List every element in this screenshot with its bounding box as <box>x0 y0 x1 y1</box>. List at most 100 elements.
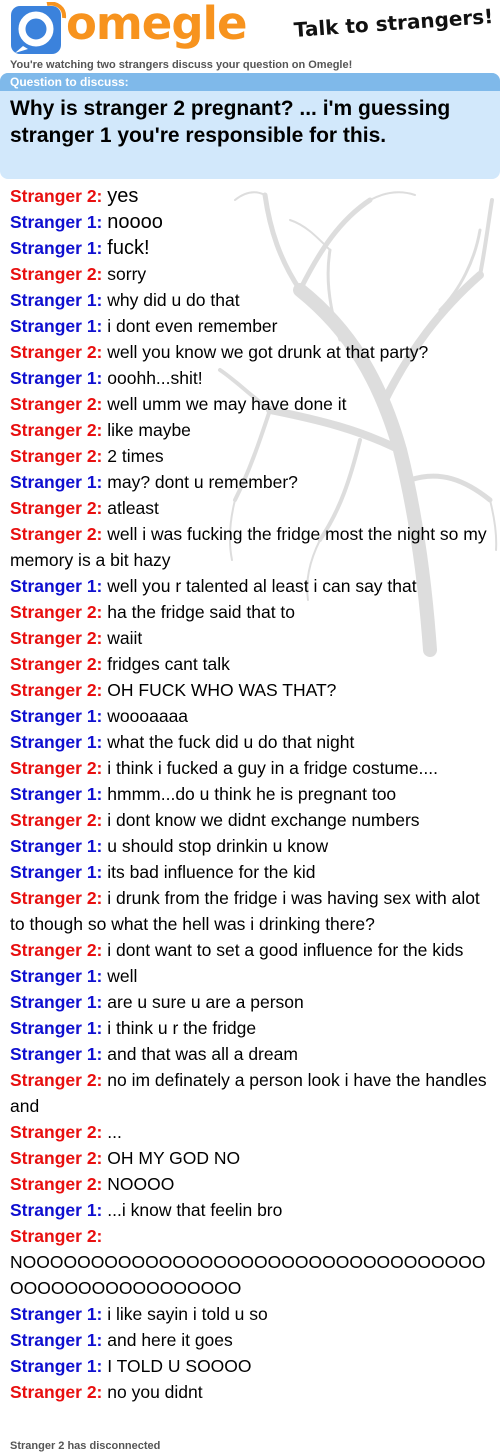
message-text: its bad influence for the kid <box>107 862 316 882</box>
chat-message: Stranger 1: ooohh...shit! <box>0 365 500 391</box>
message-text: i like sayin i told u so <box>107 1304 268 1324</box>
message-text: and here it goes <box>107 1330 233 1350</box>
chat-message: Stranger 2: no you didnt <box>0 1379 500 1405</box>
message-text: hmmm...do u think he is pregnant too <box>107 784 397 804</box>
stranger-2-label: Stranger 2: <box>10 186 103 206</box>
chat-message: Stranger 1: i dont even remember <box>0 313 500 339</box>
message-text: i think u r the fridge <box>107 1018 257 1038</box>
chat-message: Stranger 1: ...i know that feelin bro <box>0 1197 500 1223</box>
message-text: well you r talented al least i can say t… <box>107 576 417 596</box>
chat-message: Stranger 2: NOOOOOOOOOOOOOOOOOOOOOOOOOOOO… <box>0 1223 500 1301</box>
disconnect-status: Stranger 2 has disconnected <box>10 1440 161 1452</box>
message-text: woooaaaa <box>107 706 189 726</box>
message-text: and that was all a dream <box>107 1044 298 1064</box>
chat-message: Stranger 1: I TOLD U SOOOO <box>0 1353 500 1379</box>
stranger-2-label: Stranger 2: <box>10 1122 103 1142</box>
chat-message: Stranger 1: woooaaaa <box>0 703 500 729</box>
stranger-1-label: Stranger 1: <box>10 1330 103 1350</box>
chat-message: Stranger 1: well <box>0 963 500 989</box>
chat-message: Stranger 2: waiit <box>0 625 500 651</box>
tagline: Talk to strangers! <box>293 4 494 42</box>
message-text: sorry <box>107 264 147 284</box>
chat-message: Stranger 2: OH MY GOD NO <box>0 1145 500 1171</box>
stranger-1-label: Stranger 1: <box>10 238 103 258</box>
chat-message: Stranger 2: NOOOO <box>0 1171 500 1197</box>
stranger-1-label: Stranger 1: <box>10 992 103 1012</box>
message-text: NOOOOOOOOOOOOOOOOOOOOOOOOOOOOOOOOOOOOOOO… <box>10 1252 486 1298</box>
message-text: ... <box>107 1122 122 1142</box>
chat-message: Stranger 1: fuck! <box>0 235 500 261</box>
message-text: ha the fridge said that to <box>107 602 296 622</box>
chat-message: Stranger 2: well i was fucking the fridg… <box>0 521 500 573</box>
stranger-1-label: Stranger 1: <box>10 576 103 596</box>
message-text: 2 times <box>107 446 164 466</box>
chat-message: Stranger 2: atleast <box>0 495 500 521</box>
stranger-2-label: Stranger 2: <box>10 498 103 518</box>
message-text: i dont even remember <box>107 316 278 336</box>
chat-message: Stranger 2: ha the fridge said that to <box>0 599 500 625</box>
chat-message: Stranger 2: no im definately a person lo… <box>0 1067 500 1119</box>
message-text: fuck! <box>107 237 150 259</box>
stranger-2-label: Stranger 2: <box>10 810 103 830</box>
message-text: noooo <box>107 211 163 233</box>
chat-message: Stranger 2: sorry <box>0 261 500 287</box>
chat-message: Stranger 1: i think u r the fridge <box>0 1015 500 1041</box>
message-text: well <box>107 966 138 986</box>
message-text: ...i know that feelin bro <box>107 1200 283 1220</box>
stranger-2-label: Stranger 2: <box>10 888 103 908</box>
chat-message: Stranger 1: hmmm...do u think he is preg… <box>0 781 500 807</box>
stranger-2-label: Stranger 2: <box>10 1174 103 1194</box>
logo-text: omegle <box>66 0 247 50</box>
message-text: well umm we may have done it <box>107 394 347 414</box>
stranger-2-label: Stranger 2: <box>10 394 103 414</box>
chat-message: Stranger 1: its bad influence for the ki… <box>0 859 500 885</box>
message-text: fridges cant talk <box>107 654 230 674</box>
stranger-2-label: Stranger 2: <box>10 264 103 284</box>
stranger-1-label: Stranger 1: <box>10 1200 103 1220</box>
chat-message: Stranger 1: and that was all a dream <box>0 1041 500 1067</box>
message-text: are u sure u are a person <box>107 992 304 1012</box>
stranger-1-label: Stranger 1: <box>10 862 103 882</box>
stranger-1-label: Stranger 1: <box>10 212 103 232</box>
stranger-2-label: Stranger 2: <box>10 446 103 466</box>
chat-message: Stranger 1: why did u do that <box>0 287 500 313</box>
stranger-1-label: Stranger 1: <box>10 368 103 388</box>
message-text: no you didnt <box>107 1382 203 1402</box>
watching-notice: You're watching two strangers discuss yo… <box>10 59 353 71</box>
message-text: i think i fucked a guy in a fridge costu… <box>107 758 438 778</box>
message-text: NOOOO <box>107 1174 175 1194</box>
stranger-1-label: Stranger 1: <box>10 836 103 856</box>
message-text: I TOLD U SOOOO <box>107 1356 252 1376</box>
chat-message: Stranger 1: u should stop drinkin u know <box>0 833 500 859</box>
message-text: ooohh...shit! <box>107 368 203 388</box>
stranger-2-label: Stranger 2: <box>10 940 103 960</box>
stranger-1-label: Stranger 1: <box>10 1044 103 1064</box>
stranger-2-label: Stranger 2: <box>10 1148 103 1168</box>
stranger-1-label: Stranger 1: <box>10 732 103 752</box>
stranger-1-label: Stranger 1: <box>10 316 103 336</box>
stranger-1-label: Stranger 1: <box>10 784 103 804</box>
chat-message: Stranger 2: well you know we got drunk a… <box>0 339 500 365</box>
stranger-2-label: Stranger 2: <box>10 680 103 700</box>
chat-message: Stranger 2: i dont want to set a good in… <box>0 937 500 963</box>
stranger-2-label: Stranger 2: <box>10 1070 103 1090</box>
stranger-2-label: Stranger 2: <box>10 602 103 622</box>
message-text: well you know we got drunk at that party… <box>107 342 429 362</box>
stranger-1-label: Stranger 1: <box>10 1304 103 1324</box>
chat-message: Stranger 2: like maybe <box>0 417 500 443</box>
message-text: i dont want to set a good influence for … <box>107 940 464 960</box>
stranger-2-label: Stranger 2: <box>10 1382 103 1402</box>
stranger-1-label: Stranger 1: <box>10 1356 103 1376</box>
question-text: Why is stranger 2 pregnant? ... i'm gues… <box>10 97 451 147</box>
stranger-1-label: Stranger 1: <box>10 290 103 310</box>
omegle-logo-icon <box>11 2 67 54</box>
question-label: Question to discuss: <box>0 73 500 91</box>
stranger-2-label: Stranger 2: <box>10 758 103 778</box>
stranger-1-label: Stranger 1: <box>10 706 103 726</box>
message-text: yes <box>107 185 139 207</box>
chat-message: Stranger 1: are u sure u are a person <box>0 989 500 1015</box>
stranger-1-label: Stranger 1: <box>10 966 103 986</box>
stranger-2-label: Stranger 2: <box>10 1226 103 1246</box>
stranger-2-label: Stranger 2: <box>10 654 103 674</box>
question-box: Question to discuss: Why is stranger 2 p… <box>0 73 500 179</box>
